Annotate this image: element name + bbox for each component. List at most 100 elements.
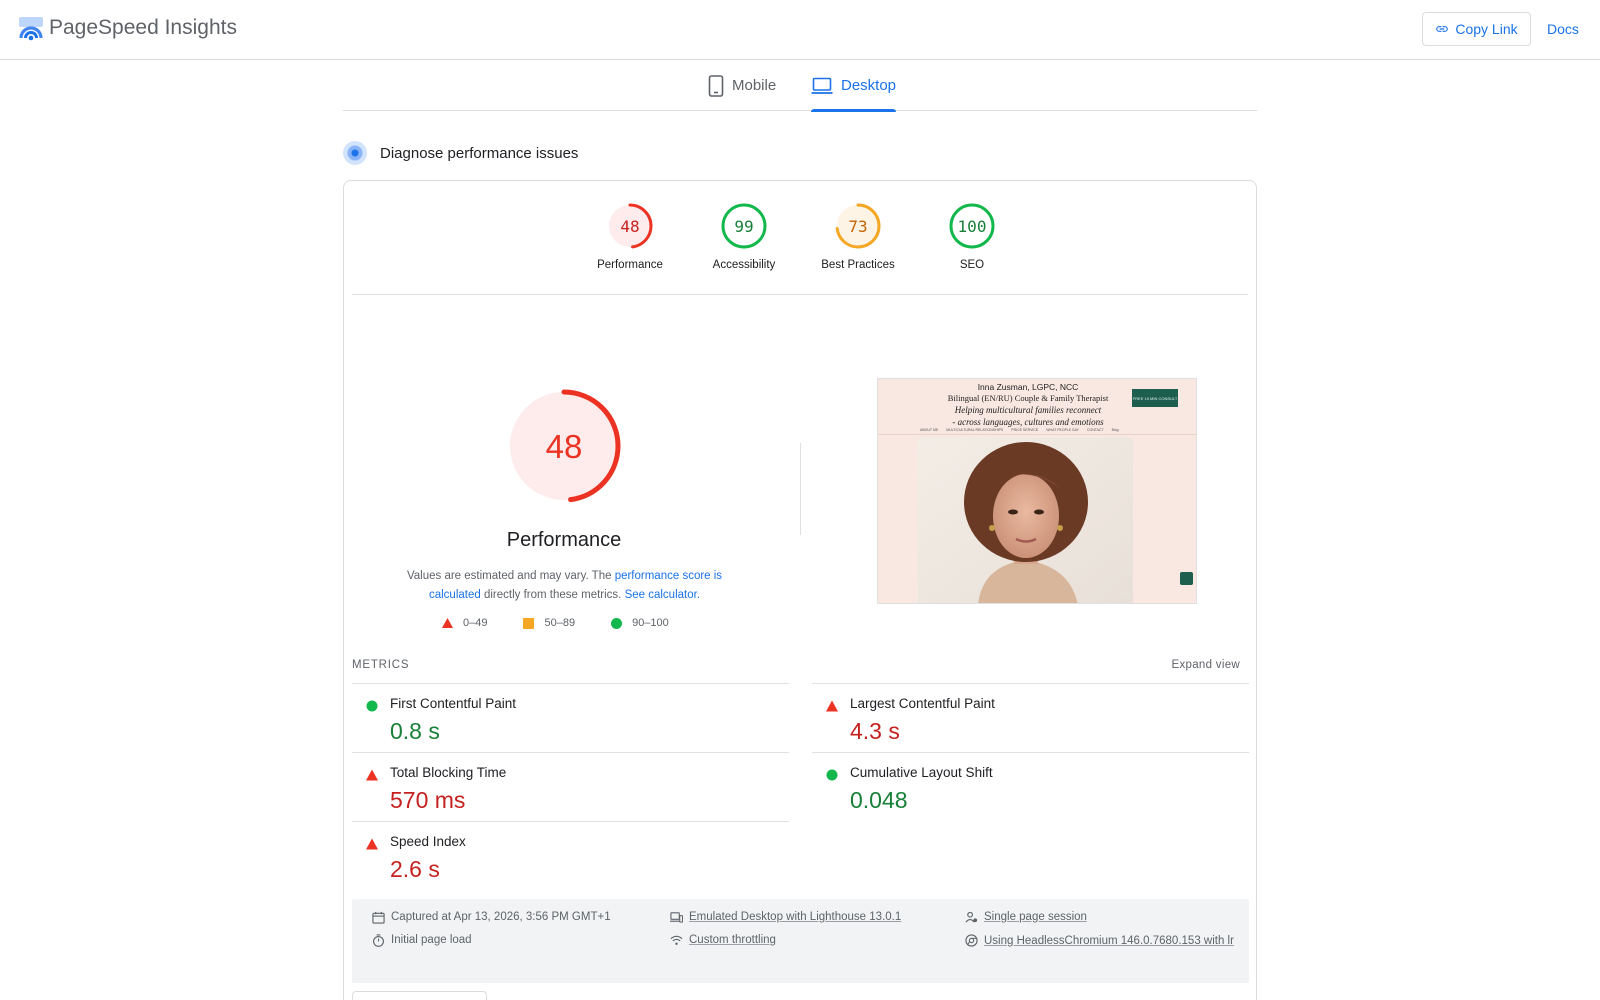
docs-link[interactable]: Docs — [1547, 21, 1579, 37]
legend-good-label: 90–100 — [632, 617, 669, 629]
metric-cls: Cumulative Layout Shift 0.048 — [812, 752, 1249, 821]
copy-link-button[interactable]: Copy Link — [1422, 12, 1531, 46]
metric-lcp-value: 4.3 s — [850, 718, 900, 744]
site-nav-item: MULTICULTURAL RELATIONSHIPS — [946, 428, 1004, 432]
gauge-accessibility-label: Accessibility — [712, 259, 776, 271]
gauge-seo-ring: 100 — [949, 203, 995, 249]
runtime-throttling-text[interactable]: Custom throttling — [689, 932, 776, 949]
gauge-best-practices-label: Best Practices — [821, 259, 895, 271]
legend-poor: 0–49 — [442, 617, 487, 629]
calendar-icon — [372, 911, 385, 924]
site-nav-item: PRICE SERVICE — [1011, 428, 1039, 432]
site-tagline-2: - across languages, cultures and emotion… — [952, 417, 1104, 427]
gauge-accessibility[interactable]: 99 Accessibility — [694, 201, 794, 271]
description-text-2: directly from these metrics. — [480, 589, 625, 601]
metric-lcp-triangle-icon — [826, 700, 838, 712]
metric-si: Speed Index 2.6 s — [352, 821, 789, 890]
svg-text:73: 73 — [848, 217, 867, 236]
gauge-performance-label: Performance — [597, 259, 663, 271]
runtime-captured-text: Captured at Apr 13, 2026, 3:56 PM GMT+1 — [391, 911, 611, 923]
runtime-throttling[interactable]: Custom throttling — [670, 932, 776, 949]
square-icon — [523, 617, 535, 629]
gauge-best-practices-ring: 73 — [835, 203, 881, 249]
person-icon — [965, 911, 978, 923]
final-screenshot[interactable]: Inna Zusman, LGPC, NCC Bilingual (EN/RU)… — [877, 378, 1197, 604]
legend-average-label: 50–89 — [544, 617, 576, 629]
devices-icon — [670, 912, 683, 923]
score-legend: 0–49 50–89 90–100 — [442, 617, 669, 629]
metric-tbt: Total Blocking Time 570 ms — [352, 752, 789, 821]
expand-view-toggle[interactable]: Expand view — [1171, 659, 1240, 671]
tab-desktop[interactable]: Desktop — [811, 60, 897, 112]
runtime-captured: Captured at Apr 13, 2026, 3:56 PM GMT+1 — [372, 909, 611, 926]
smartphone-icon — [708, 74, 724, 97]
site-cta-button: FREE 15 MIN CONSULT — [1132, 389, 1178, 407]
metric-fcp: First Contentful Paint 0.8 s — [352, 683, 789, 752]
metric-fcp-circle-icon — [366, 700, 378, 712]
device-tabs: Mobile Desktop — [343, 60, 1257, 112]
runtime-load: Initial page load — [372, 932, 472, 949]
metric-si-triangle-icon — [366, 838, 378, 850]
metric-tbt-triangle-icon — [366, 769, 378, 781]
vertical-divider — [800, 443, 801, 535]
portrait-photo — [918, 438, 1133, 603]
copy-link-label: Copy Link — [1455, 21, 1518, 37]
metric-cls-title: Cumulative Layout Shift — [850, 765, 993, 780]
gauge-performance-ring: 48 — [607, 203, 653, 249]
divider — [352, 294, 1248, 295]
svg-text:48: 48 — [620, 217, 639, 236]
wifi-icon — [670, 935, 683, 945]
runtime-browser-text[interactable]: Using HeadlessChromium 146.0.7680.153 wi… — [984, 930, 1236, 952]
site-nav-item: CONTACT — [1086, 428, 1104, 432]
legend-average: 50–89 — [523, 617, 575, 629]
runtime-emulated[interactable]: Emulated Desktop with Lighthouse 13.0.1 — [670, 909, 901, 926]
runtime-session[interactable]: Single page session — [965, 909, 1087, 926]
metric-fcp-title: First Contentful Paint — [390, 696, 517, 711]
gauge-best-practices[interactable]: 73 Best Practices — [808, 201, 908, 271]
section-title: Diagnose performance issues — [380, 144, 579, 162]
runtime-load-text: Initial page load — [391, 934, 472, 946]
site-nav: ABOUT ME MULTICULTURAL RELATIONSHIPS PRI… — [920, 428, 1119, 432]
chromium-icon — [965, 934, 978, 947]
site-nav-item: ABOUT ME — [920, 428, 939, 432]
legend-good: 90–100 — [611, 617, 669, 629]
metrics-heading: METRICS — [352, 659, 410, 671]
performance-title: Performance — [506, 529, 622, 551]
metric-tbt-value: 570 ms — [390, 787, 466, 813]
performance-description: Values are estimated and may vary. The p… — [392, 567, 737, 605]
diagnose-section-header: Diagnose performance issues — [343, 141, 578, 165]
tab-mobile-label: Mobile — [732, 77, 777, 94]
site-nav-item: Blog — [1111, 428, 1119, 432]
report-card: 48 Performance 99 Accessibility 73 Best … — [343, 180, 1257, 1000]
svg-text:48: 48 — [546, 428, 583, 465]
metric-cls-circle-icon — [826, 769, 838, 781]
gauge-seo[interactable]: 100 SEO — [922, 201, 1022, 271]
circle-icon — [611, 617, 623, 629]
screenshot-site-header: Inna Zusman, LGPC, NCC Bilingual (EN/RU)… — [878, 379, 1196, 435]
laptop-icon — [811, 77, 833, 94]
view-treemap-button[interactable] — [352, 991, 487, 1000]
runtime-settings: Captured at Apr 13, 2026, 3:56 PM GMT+1 … — [352, 899, 1249, 983]
link-icon — [1436, 26, 1449, 32]
metric-fcp-value: 0.8 s — [390, 718, 440, 744]
lighthouse-icon — [343, 141, 367, 165]
gauge-performance[interactable]: 48 Performance — [580, 201, 680, 271]
app-title[interactable]: PageSpeed Insights — [49, 16, 237, 40]
runtime-session-text[interactable]: Single page session — [984, 909, 1087, 926]
svg-text:99: 99 — [734, 217, 753, 236]
site-chat-icon — [1180, 572, 1193, 585]
triangle-icon — [442, 618, 453, 628]
legend-poor-label: 0–49 — [463, 617, 488, 629]
tab-mobile[interactable]: Mobile — [708, 60, 776, 111]
gauge-accessibility-ring: 99 — [721, 203, 767, 249]
runtime-browser[interactable]: Using HeadlessChromium 146.0.7680.153 wi… — [965, 932, 1236, 952]
top-app-bar: PageSpeed Insights Copy Link Docs — [0, 0, 1600, 60]
metric-cls-value: 0.048 — [850, 787, 908, 813]
runtime-emulated-text[interactable]: Emulated Desktop with Lighthouse 13.0.1 — [689, 909, 901, 926]
category-gauges: 48 Performance 99 Accessibility 73 Best … — [344, 181, 1256, 295]
description-text: Values are estimated and may vary. The — [406, 570, 615, 582]
tab-desktop-label: Desktop — [841, 77, 897, 94]
gauge-seo-label: SEO — [959, 259, 985, 271]
see-calculator-link[interactable]: See calculator. — [625, 589, 700, 601]
pagespeed-logo-icon[interactable] — [18, 16, 44, 42]
